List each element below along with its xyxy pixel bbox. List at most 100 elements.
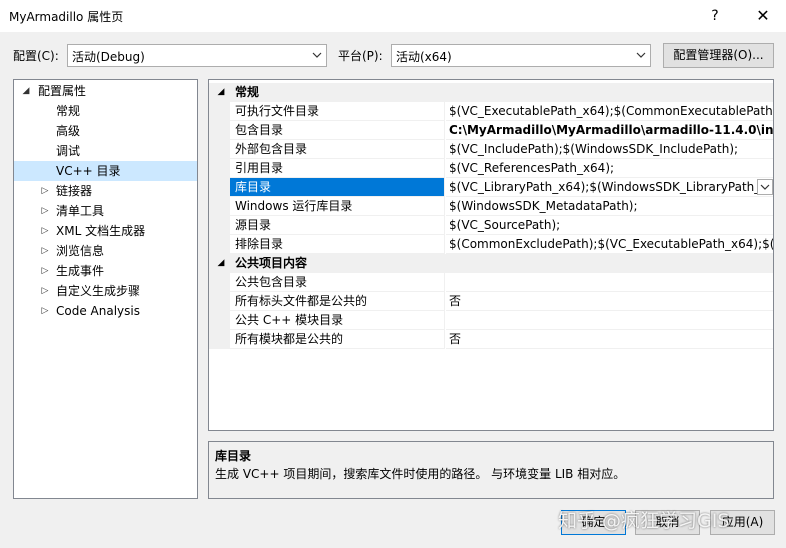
property-row[interactable]: 公共 C++ 模块目录 [209,311,773,330]
tree-item-manifest-tool[interactable]: ▷ 清单工具 [14,201,197,221]
tree-item-label: 调试 [56,144,81,158]
tree-item-debugging[interactable]: 调试 [14,141,197,161]
property-value[interactable] [446,311,773,330]
value-dropdown-button[interactable] [757,179,773,195]
title-bar: MyArmadillo 属性页 ? ✕ [0,0,786,32]
tree-item-label: 清单工具 [56,204,105,218]
row-margin [209,140,230,159]
row-margin [209,235,230,254]
collapsed-triangle-icon[interactable]: ▷ [39,281,51,301]
description-text: 生成 VC++ 项目期间，搜索库文件时使用的路径。 与环境变量 LIB 相对应。 [215,467,626,481]
platform-select-value: 活动(x64) [396,50,452,64]
tree-root-config-properties[interactable]: ◢ 配置属性 [14,81,197,101]
property-value[interactable] [446,273,773,292]
tree-item-custom-build-step[interactable]: ▷ 自定义生成步骤 [14,281,197,301]
tree-item-build-events[interactable]: ▷ 生成事件 [14,261,197,281]
expanded-triangle-icon[interactable]: ◢ [20,81,32,101]
property-value[interactable]: $(VC_ReferencesPath_x64); [446,159,773,178]
chevron-down-icon [636,52,646,58]
chevron-down-icon [312,52,322,58]
tree-item-xml-doc-generator[interactable]: ▷ XML 文档生成器 [14,221,197,241]
property-row[interactable]: 引用目录 $(VC_ReferencesPath_x64); [209,159,773,178]
collapsed-triangle-icon[interactable]: ▷ [39,201,51,221]
collapsed-triangle-icon[interactable]: ▷ [39,241,51,261]
description-title: 库目录 [215,449,252,463]
category-label: 公共项目内容 [235,256,308,270]
property-row[interactable]: 源目录 $(VC_SourcePath); [209,216,773,235]
property-row[interactable]: 包含目录 C:\MyArmadillo\MyArmadillo\armadill… [209,121,773,140]
tree-item-label: 链接器 [56,184,93,198]
property-row-selected[interactable]: 库目录 $(VC_LibraryPath_x64);$(WindowsSDK_L… [209,178,773,197]
property-value[interactable]: $(VC_SourcePath); [446,216,773,235]
tree-item-vc-directories[interactable]: VC++ 目录 [14,161,197,181]
property-name: 所有模块都是公共的 [230,330,445,349]
tree-item-label: XML 文档生成器 [56,224,146,238]
property-row[interactable]: 所有标头文件都是公共的 否 [209,292,773,311]
property-name: 排除目录 [230,235,445,254]
collapsed-triangle-icon[interactable]: ▷ [39,221,51,241]
property-row[interactable]: 公共包含目录 [209,273,773,292]
collapsed-triangle-icon[interactable]: ▷ [39,181,51,201]
row-margin [209,159,230,178]
property-value[interactable]: C:\MyArmadillo\MyArmadillo\armadillo-11.… [446,121,773,140]
property-name: 所有标头文件都是公共的 [230,292,445,311]
expanded-triangle-icon[interactable]: ◢ [215,254,227,273]
tree-item-code-analysis[interactable]: ▷ Code Analysis [14,301,197,321]
platform-select[interactable]: 活动(x64) [391,44,651,67]
tree-item-label: 配置属性 [38,84,87,98]
chevron-down-icon [760,184,770,190]
tree-item-label: VC++ 目录 [56,164,121,178]
property-value[interactable]: $(VC_LibraryPath_x64);$(WindowsSDK_Libra… [446,178,773,197]
property-name: 外部包含目录 [230,140,445,159]
close-button[interactable]: ✕ [740,0,786,32]
property-grid: ◢ 常规 可执行文件目录 $(VC_ExecutablePath_x64);$(… [208,79,774,431]
property-value[interactable]: $(CommonExcludePath);$(VC_ExecutablePath… [446,235,773,254]
property-name: 公共包含目录 [230,273,445,292]
property-row[interactable]: 可执行文件目录 $(VC_ExecutablePath_x64);$(Commo… [209,102,773,121]
row-margin [209,311,230,330]
description-pane: 库目录 生成 VC++ 项目期间，搜索库文件时使用的路径。 与环境变量 LIB … [208,441,774,499]
row-margin [209,121,230,140]
row-margin [209,178,230,197]
row-margin [209,330,230,349]
property-row[interactable]: 外部包含目录 $(VC_IncludePath);$(WindowsSDK_In… [209,140,773,159]
row-margin [209,197,230,216]
property-value[interactable]: $(VC_ExecutablePath_x64);$(CommonExecuta… [446,102,773,121]
property-name: 源目录 [230,216,445,235]
platform-label: 平台(P): [338,49,383,63]
help-button[interactable]: ? [692,0,738,32]
property-name: 包含目录 [230,121,445,140]
category-public-project-content[interactable]: ◢ 公共项目内容 [209,254,773,273]
category-label: 常规 [235,85,260,99]
tree-item-label: 高级 [56,124,81,138]
config-label: 配置(C): [13,49,59,63]
tree-item-general[interactable]: 常规 [14,101,197,121]
collapsed-triangle-icon[interactable]: ▷ [39,301,51,321]
property-value[interactable]: 否 [446,292,773,311]
property-value[interactable]: 否 [446,330,773,349]
tree-item-label: 自定义生成步骤 [56,284,141,298]
property-row[interactable]: Windows 运行库目录 $(WindowsSDK_MetadataPath)… [209,197,773,216]
property-row[interactable]: 排除目录 $(CommonExcludePath);$(VC_Executabl… [209,235,773,254]
tree-item-label: 生成事件 [56,264,105,278]
tree-item-label: Code Analysis [56,304,140,318]
tree-item-browse-info[interactable]: ▷ 浏览信息 [14,241,197,261]
row-margin [209,102,230,121]
config-select[interactable]: 活动(Debug) [67,44,327,67]
property-row[interactable]: 所有模块都是公共的 否 [209,330,773,349]
collapsed-triangle-icon[interactable]: ▷ [39,261,51,281]
row-margin [209,216,230,235]
tree-item-linker[interactable]: ▷ 链接器 [14,181,197,201]
watermark: 知乎 @疯狂学习GIS [558,510,730,532]
property-name: 库目录 [230,178,445,197]
category-general[interactable]: ◢ 常规 [209,83,773,102]
expanded-triangle-icon[interactable]: ◢ [215,83,227,102]
config-manager-button[interactable]: 配置管理器(O)... [663,43,774,68]
tree-item-advanced[interactable]: 高级 [14,121,197,141]
row-margin [209,292,230,311]
property-name: Windows 运行库目录 [230,197,445,216]
property-value[interactable]: $(VC_IncludePath);$(WindowsSDK_IncludePa… [446,140,773,159]
property-value[interactable]: $(WindowsSDK_MetadataPath); [446,197,773,216]
config-select-value: 活动(Debug) [72,50,145,64]
row-margin [209,273,230,292]
